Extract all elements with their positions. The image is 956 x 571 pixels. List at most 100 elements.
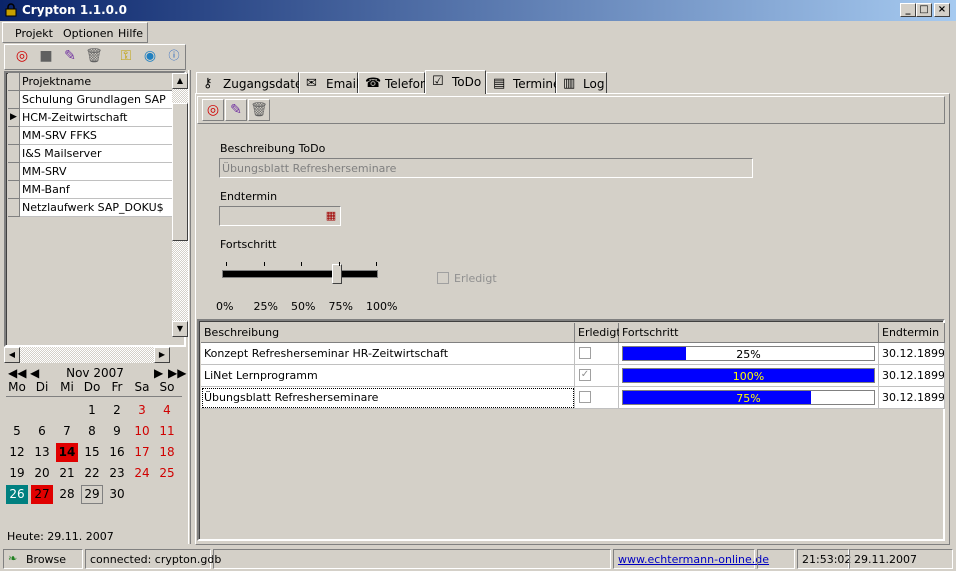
calendar-picker-icon[interactable]: ▦ [324, 209, 338, 223]
calendar-day[interactable]: 3 [131, 401, 153, 420]
project-row[interactable]: MM-Banf [8, 181, 172, 199]
calendar-day[interactable]: 20 [31, 464, 53, 483]
menu-hilfe[interactable]: Hilfe [118, 27, 143, 40]
project-row[interactable]: Netzlaufwerk SAP_DOKU$ [8, 199, 172, 217]
scroll-down-icon[interactable]: ▼ [172, 321, 188, 337]
keys-icon[interactable]: ⚿ [115, 46, 137, 68]
column-header-fortschritt[interactable]: Fortschritt [619, 323, 879, 343]
calendar-day[interactable]: 12 [6, 443, 28, 462]
cell-beschreibung[interactable]: Übungsblatt Refresherseminare [201, 387, 575, 409]
scroll-right-icon[interactable]: ▶ [154, 347, 170, 363]
scroll-thumb[interactable] [172, 103, 188, 241]
cell-erledigt[interactable] [575, 343, 619, 365]
close-button[interactable]: × [934, 3, 950, 17]
save-icon[interactable]: ■ [35, 46, 57, 68]
edit-icon[interactable]: ✎ [59, 46, 81, 68]
title-bar[interactable]: Crypton 1.1.0.0 _ □ × [0, 0, 956, 21]
erledigt-checkbox[interactable] [437, 272, 449, 284]
calendar-day[interactable]: 28 [56, 485, 78, 504]
project-row[interactable]: Schulung Grundlagen SAP [8, 91, 172, 109]
calendar-day[interactable]: 27 [31, 485, 53, 504]
scroll-left-icon[interactable]: ◀ [4, 347, 20, 363]
beschreibung-input[interactable]: Übungsblatt Refresherseminare [219, 158, 753, 178]
cell-erledigt[interactable]: ✓ [575, 365, 619, 387]
slider-thumb[interactable] [331, 264, 342, 284]
calendar-day[interactable]: 7 [56, 422, 78, 441]
project-name: I&S Mailserver [22, 147, 102, 160]
calendar-day[interactable]: 25 [156, 464, 178, 483]
cell-endtermin[interactable]: 30.12.1899 [879, 343, 945, 365]
minimize-button[interactable]: _ [900, 3, 916, 17]
checkbox[interactable] [579, 391, 591, 403]
calendar-day[interactable]: 30 [106, 485, 128, 504]
calendar-day[interactable]: 6 [31, 422, 53, 441]
fortschritt-slider[interactable] [222, 258, 378, 306]
project-row[interactable]: ▶ HCM-Zeitwirtschaft [8, 109, 172, 127]
column-header-beschreibung[interactable]: Beschreibung [201, 323, 575, 343]
menu-optionen[interactable]: Optionen [63, 27, 113, 40]
status-link[interactable]: www.echtermann-online.de [613, 549, 769, 569]
row-indicator [8, 91, 20, 109]
calendar-day[interactable]: 15 [81, 443, 103, 462]
calendar-day[interactable]: 8 [81, 422, 103, 441]
calendar-day[interactable]: 29 [81, 485, 103, 504]
next-month-icon[interactable]: ▶ [154, 366, 163, 380]
calendar-day[interactable]: 23 [106, 464, 128, 483]
tab-telefon[interactable]: ☎ Telefon [358, 72, 428, 94]
tab-todo[interactable]: ☑ ToDo [425, 70, 486, 94]
target-icon[interactable]: ◎ [11, 46, 33, 68]
calendar-day[interactable]: 14 [56, 443, 78, 462]
project-row[interactable]: I&S Mailserver [8, 145, 172, 163]
maximize-button[interactable]: □ [916, 3, 932, 17]
calendar-day[interactable]: 22 [81, 464, 103, 483]
calendar-day[interactable]: 13 [31, 443, 53, 462]
calendar-day[interactable]: 9 [106, 422, 128, 441]
cell-beschreibung[interactable]: Konzept Refresherseminar HR-Zeitwirtscha… [201, 343, 575, 365]
menu-projekt[interactable]: Projekt [15, 27, 53, 40]
calendar-day[interactable]: 2 [106, 401, 128, 420]
erledigt-label: Erledigt [454, 272, 497, 285]
calendar-day[interactable]: 19 [6, 464, 28, 483]
cell-endtermin[interactable]: 30.12.1899 [879, 387, 945, 409]
status-mode: ❧ Browse [3, 549, 83, 569]
calendar-day[interactable]: 21 [56, 464, 78, 483]
cell-beschreibung[interactable]: LiNet Lernprogramm [201, 365, 575, 387]
tab-zugangsdaten[interactable]: ⚷ Zugangsdaten [196, 72, 310, 94]
globe-icon[interactable]: ◉ [139, 46, 161, 68]
target-icon[interactable]: ◎ [202, 99, 224, 121]
cell-endtermin[interactable]: 30.12.1899 [879, 365, 945, 387]
calendar-day[interactable]: 4 [156, 401, 178, 420]
trash-icon[interactable]: 🗑 [248, 99, 270, 121]
endtermin-input[interactable] [219, 206, 341, 226]
tab-log[interactable]: ▥ Log [556, 72, 607, 94]
checkbox[interactable] [579, 347, 591, 359]
project-list-hscroll[interactable]: ◀ ▶ [4, 347, 170, 363]
project-row[interactable]: MM-SRV FFKS [8, 127, 172, 145]
calendar-day[interactable]: 26 [6, 485, 28, 504]
edit-icon[interactable]: ✎ [225, 99, 247, 121]
column-header-erledigt[interactable]: Erledigt [575, 323, 621, 343]
column-header-endtermin[interactable]: Endtermin [879, 323, 945, 343]
project-list-header[interactable]: Projektname [8, 73, 172, 91]
splitter[interactable] [188, 70, 191, 544]
calendar-day[interactable]: 16 [106, 443, 128, 462]
calendar-day[interactable]: 11 [156, 422, 178, 441]
calendar-day[interactable]: 24 [131, 464, 153, 483]
row-indicator [8, 145, 20, 163]
calendar-day[interactable]: 10 [131, 422, 153, 441]
tab-termine[interactable]: ▤ Termine [486, 72, 560, 94]
tab-email[interactable]: ✉ Email [299, 72, 359, 94]
cell-erledigt[interactable] [575, 387, 619, 409]
checked-icon[interactable]: ✓ [579, 369, 591, 381]
project-row[interactable]: MM-SRV [8, 163, 172, 181]
next-year-icon[interactable]: ▶▶ [168, 366, 186, 380]
info-icon[interactable]: ⓘ [163, 46, 185, 68]
calendar-day[interactable]: 18 [156, 443, 178, 462]
calendar-day[interactable]: 17 [131, 443, 153, 462]
trash-icon[interactable]: 🗑 [83, 46, 105, 68]
scroll-up-icon[interactable]: ▲ [172, 73, 188, 89]
calendar-day[interactable]: 5 [6, 422, 28, 441]
log-icon: ▥ [563, 76, 576, 91]
project-list-vscroll[interactable]: ▲ ▼ [172, 73, 188, 337]
calendar-day[interactable]: 1 [81, 401, 103, 420]
